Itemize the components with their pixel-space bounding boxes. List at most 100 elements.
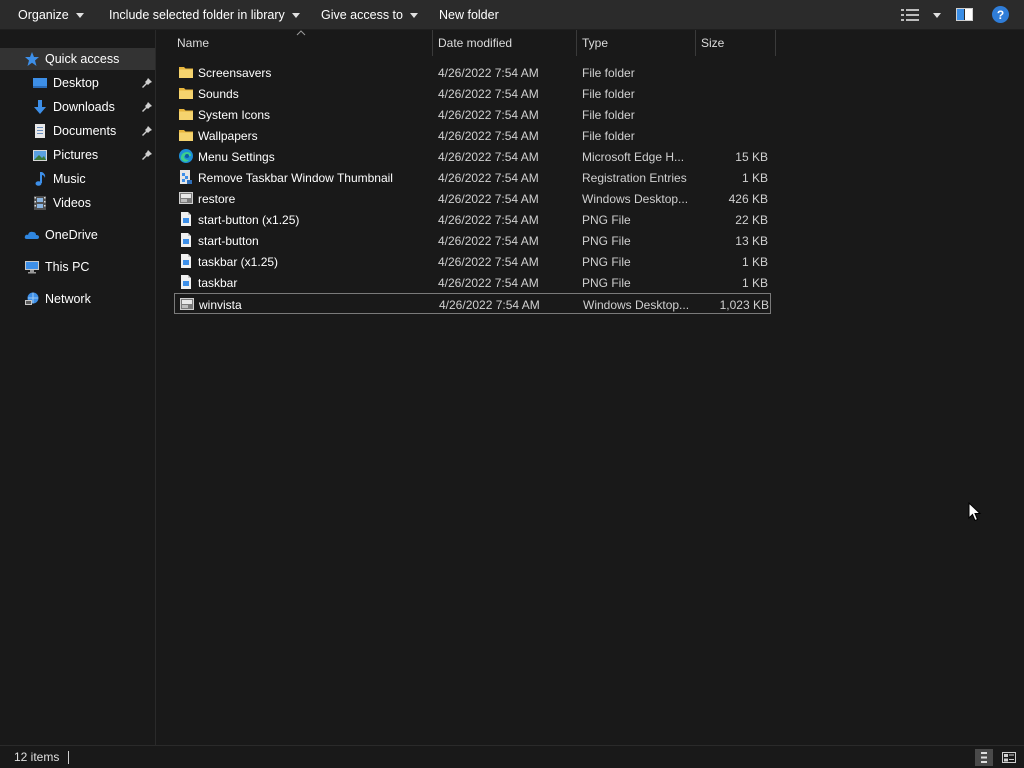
- sidebar-item-label: This PC: [45, 260, 90, 274]
- mouse-cursor-icon: [968, 502, 982, 522]
- file-row[interactable]: Remove Taskbar Window Thumbnail 4/26/2022…: [174, 167, 771, 188]
- file-type: File folder: [582, 86, 635, 101]
- column-divider[interactable]: [775, 30, 776, 56]
- column-header-label: Type: [582, 36, 609, 50]
- sidebar-item-this-pc[interactable]: This PC: [0, 256, 155, 278]
- file-row[interactable]: Screensavers 4/26/2022 7:54 AM File folder: [174, 62, 771, 83]
- pin-icon[interactable]: [142, 150, 152, 160]
- png-file-icon: [181, 254, 191, 268]
- file-date-modified: 4/26/2022 7:54 AM: [438, 128, 539, 143]
- theme-file-icon: [179, 192, 193, 204]
- help-icon[interactable]: ?: [992, 6, 1009, 23]
- sidebar-item-music[interactable]: Music: [0, 168, 155, 190]
- column-header-size[interactable]: Size: [695, 30, 775, 56]
- file-type: Windows Desktop...: [583, 297, 690, 312]
- file-row[interactable]: start-button (x1.25) 4/26/2022 7:54 AM PNG…: [174, 209, 771, 230]
- large-icons-view-button[interactable]: [1000, 749, 1018, 766]
- file-row[interactable]: taskbar (x1.25) 4/26/2022 7:54 AM PNG File…: [174, 251, 771, 272]
- column-header-name[interactable]: Name: [171, 30, 432, 56]
- file-row[interactable]: Sounds 4/26/2022 7:54 AM File folder: [174, 83, 771, 104]
- sidebar-item-downloads[interactable]: Downloads: [0, 96, 155, 118]
- sidebar-item-desktop[interactable]: Desktop: [0, 72, 155, 94]
- file-row[interactable]: taskbar 4/26/2022 7:54 AM PNG File 1 KB: [174, 272, 771, 293]
- file-date-modified: 4/26/2022 7:54 AM: [438, 65, 539, 80]
- file-row[interactable]: Menu Settings 4/26/2022 7:54 AM Microsoft …: [174, 146, 771, 167]
- change-view-icon[interactable]: [901, 9, 919, 21]
- sidebar-item-onedrive[interactable]: OneDrive: [0, 224, 155, 246]
- file-type: Windows Desktop...: [582, 191, 689, 206]
- folder-icon: [179, 67, 193, 78]
- folder-icon: [179, 109, 193, 120]
- pin-icon[interactable]: [142, 102, 152, 112]
- file-list-pane: Name Date modified Type Size Screensaver…: [157, 30, 1024, 745]
- file-type: File folder: [582, 65, 635, 80]
- include-library-label: Include selected folder in library: [109, 8, 285, 22]
- include-in-library-button[interactable]: Include selected folder in library: [109, 0, 300, 30]
- sidebar-item-label: Downloads: [53, 100, 115, 114]
- file-date-modified: 4/26/2022 7:54 AM: [438, 170, 539, 185]
- pin-icon[interactable]: [142, 126, 152, 136]
- details-view-button[interactable]: [975, 749, 993, 766]
- status-divider: [68, 751, 69, 764]
- network-icon: [25, 292, 39, 305]
- pictures-icon: [33, 150, 47, 161]
- file-date-modified: 4/26/2022 7:54 AM: [438, 275, 539, 290]
- png-file-icon: [181, 275, 191, 289]
- sidebar-item-network[interactable]: Network: [0, 288, 155, 310]
- file-name: taskbar (x1.25): [198, 254, 279, 269]
- file-name: Wallpapers: [198, 128, 258, 143]
- sidebar-item-pictures[interactable]: Pictures: [0, 144, 155, 166]
- file-row[interactable]: restore 4/26/2022 7:54 AM Windows Desktop.…: [174, 188, 771, 209]
- folder-icon: [179, 88, 193, 99]
- file-row[interactable]: start-button 4/26/2022 7:54 AM PNG File 13 …: [174, 230, 771, 251]
- film-icon: [34, 196, 46, 210]
- give-access-button[interactable]: Give access to: [321, 0, 418, 30]
- file-size: 1 KB: [741, 170, 768, 185]
- organize-button[interactable]: Organize: [18, 0, 84, 30]
- sidebar-item-label: Pictures: [53, 148, 99, 162]
- download-arrow-icon: [34, 100, 46, 114]
- chevron-down-icon: [409, 12, 418, 18]
- file-name: Screensavers: [198, 65, 272, 80]
- file-name: taskbar: [198, 275, 238, 290]
- sidebar-item-videos[interactable]: Videos: [0, 192, 155, 214]
- theme-file-icon: [180, 298, 194, 310]
- sidebar-item-label: Music: [53, 172, 86, 186]
- column-header-label: Size: [701, 36, 725, 50]
- file-size: 1,023 KB: [719, 297, 769, 312]
- file-type: Registration Entries: [582, 170, 687, 185]
- details-view-icon: [981, 752, 987, 763]
- file-name: winvista: [199, 297, 242, 312]
- file-size: [702, 125, 768, 146]
- chevron-down-icon: [291, 12, 300, 18]
- sidebar-item-documents[interactable]: Documents: [0, 120, 155, 142]
- documents-icon: [35, 124, 45, 138]
- new-folder-button[interactable]: New folder: [439, 0, 499, 30]
- pin-icon[interactable]: [142, 78, 152, 88]
- view-options-chevron-icon[interactable]: [933, 13, 941, 18]
- file-row[interactable]: Wallpapers 4/26/2022 7:54 AM File folder: [174, 125, 771, 146]
- file-size: 13 KB: [735, 233, 768, 248]
- star-icon: [25, 52, 39, 66]
- sidebar-item-label: Desktop: [53, 76, 99, 90]
- column-header-date-modified[interactable]: Date modified: [432, 30, 576, 56]
- sidebar-item-label: OneDrive: [45, 228, 98, 242]
- file-name: Menu Settings: [198, 149, 275, 164]
- file-row[interactable]: winvista 4/26/2022 7:54 AM Windows Desktop…: [174, 293, 771, 314]
- column-header-label: Name: [177, 36, 210, 50]
- file-size: 22 KB: [735, 212, 768, 227]
- edge-icon: [179, 149, 193, 163]
- column-header-type[interactable]: Type: [576, 30, 695, 56]
- sidebar-item-quick-access[interactable]: Quick access: [0, 48, 155, 70]
- file-date-modified: 4/26/2022 7:54 AM: [439, 297, 540, 312]
- chevron-down-icon: [75, 12, 84, 18]
- file-name: start-button (x1.25): [198, 212, 300, 227]
- preview-pane-icon[interactable]: [956, 8, 973, 21]
- file-size: [702, 83, 768, 104]
- file-type: Microsoft Edge H...: [582, 149, 685, 164]
- file-row[interactable]: System Icons 4/26/2022 7:54 AM File folder: [174, 104, 771, 125]
- monitor-icon: [25, 261, 39, 274]
- file-type: File folder: [582, 128, 635, 143]
- file-type: File folder: [582, 107, 635, 122]
- file-size: 426 KB: [728, 191, 768, 206]
